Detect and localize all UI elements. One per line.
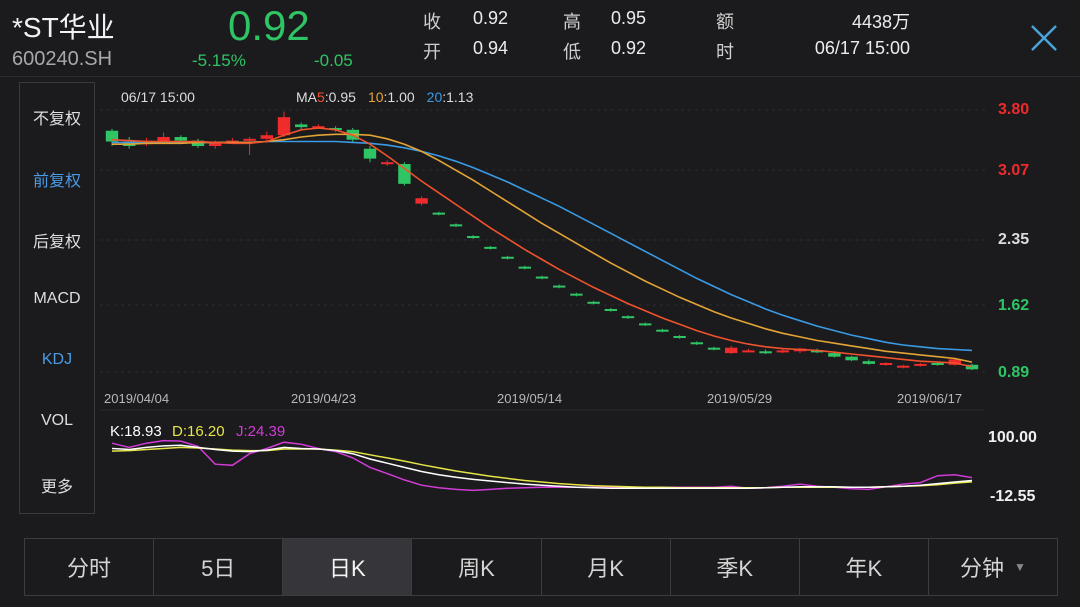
candle-body-37	[742, 350, 755, 353]
candle-body-9	[260, 135, 273, 139]
candle-body-4	[174, 137, 187, 141]
tab-5day[interactable]: 5日	[154, 539, 284, 595]
candle-body-48	[931, 362, 944, 365]
candlesticks	[105, 111, 979, 371]
kdj-lines	[111, 439, 973, 492]
candle-body-19	[432, 212, 445, 215]
candle-body-43	[845, 356, 858, 361]
candle-body-8	[243, 138, 256, 141]
moving-averages	[111, 127, 973, 368]
tab-weekly-k[interactable]: 周K	[412, 539, 542, 595]
kdj-d-line	[111, 446, 973, 489]
candle-body-27	[570, 293, 583, 296]
candle-body-20	[449, 224, 463, 227]
chevron-down-icon: ▼	[1014, 560, 1026, 574]
candle-body-42	[828, 353, 841, 357]
tab-intraday[interactable]: 分时	[25, 539, 155, 595]
candle-body-16	[381, 162, 394, 165]
ma20-line	[112, 140, 973, 352]
candle-body-23	[501, 256, 514, 259]
candle-body-47	[914, 363, 927, 366]
candle-body-32	[656, 329, 669, 332]
candle-body-36	[725, 347, 738, 354]
tab-daily-k[interactable]: 日K	[283, 539, 413, 595]
candle-body-38	[759, 351, 772, 354]
candle-body-18	[415, 198, 428, 204]
candle-body-10	[277, 117, 291, 136]
candle-body-26	[553, 285, 566, 288]
candle-body-34	[690, 342, 703, 345]
ma10-line	[112, 133, 973, 363]
period-tabs: 分时 5日 日K 周K 月K 季K 年K 分钟 ▼	[24, 538, 1058, 596]
candle-body-15	[363, 148, 377, 159]
candle-body-29	[604, 308, 617, 311]
kline-chart[interactable]	[0, 0, 1080, 530]
candle-body-44	[862, 361, 875, 364]
candle-body-22	[484, 246, 497, 249]
candle-body-11	[295, 124, 308, 128]
candle-body-45	[879, 362, 893, 365]
candle-body-25	[535, 276, 549, 279]
candle-body-21	[467, 236, 480, 239]
candle-body-17	[398, 164, 411, 184]
ma5-line	[111, 127, 973, 368]
tab-monthly-k[interactable]: 月K	[542, 539, 671, 595]
candle-body-46	[897, 365, 910, 368]
candle-body-33	[673, 335, 686, 338]
candle-body-28	[587, 301, 600, 304]
tab-minute-label: 分钟	[959, 556, 1004, 581]
candle-body-24	[518, 266, 531, 269]
tab-minute[interactable]: 分钟 ▼	[929, 539, 1057, 595]
candle-body-30	[621, 316, 635, 319]
tab-quarterly-k[interactable]: 季K	[671, 539, 800, 595]
kdj-j-line	[111, 439, 973, 492]
tab-yearly-k[interactable]: 年K	[800, 539, 929, 595]
candle-body-39	[776, 350, 789, 353]
candle-body-31	[639, 323, 652, 326]
candle-body-35	[707, 347, 721, 350]
